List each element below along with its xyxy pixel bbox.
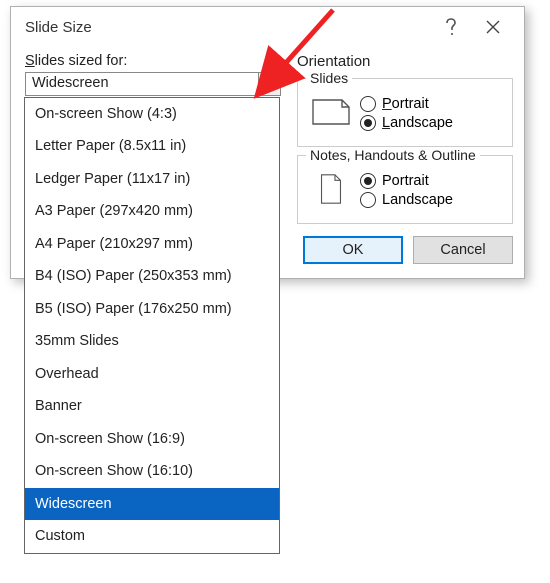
notes-landscape-radio[interactable]: Landscape bbox=[360, 192, 453, 208]
help-button[interactable] bbox=[430, 11, 472, 43]
orientation-slides-group: Slides Portrait Landscape bbox=[297, 78, 513, 147]
dropdown-item[interactable]: B5 (ISO) Paper (176x250 mm) bbox=[25, 293, 279, 325]
slides-portrait-radio[interactable]: Portrait bbox=[360, 96, 453, 112]
landscape-page-icon bbox=[312, 97, 350, 127]
notes-portrait-radio[interactable]: Portrait bbox=[360, 173, 453, 189]
ok-button[interactable]: OK bbox=[303, 236, 403, 264]
dialog-buttons: OK Cancel bbox=[297, 236, 513, 264]
dropdown-item[interactable]: Overhead bbox=[25, 358, 279, 390]
group-notes-label: Notes, Handouts & Outline bbox=[306, 147, 480, 163]
close-icon bbox=[486, 20, 500, 34]
combo-drop-button[interactable] bbox=[258, 73, 280, 95]
question-icon bbox=[444, 17, 458, 37]
slides-landscape-radio[interactable]: Landscape bbox=[360, 115, 453, 131]
slides-sized-for-dropdown[interactable]: On-screen Show (4:3)Letter Paper (8.5x11… bbox=[24, 97, 280, 554]
dropdown-item[interactable]: Letter Paper (8.5x11 in) bbox=[25, 130, 279, 162]
dropdown-item[interactable]: On-screen Show (4:3) bbox=[25, 98, 279, 130]
dialog-title: Slide Size bbox=[25, 19, 430, 36]
radio-icon bbox=[360, 192, 376, 208]
combo-value: Widescreen bbox=[26, 73, 258, 95]
portrait-page-icon bbox=[312, 174, 350, 204]
radio-icon bbox=[360, 96, 376, 112]
cancel-button[interactable]: Cancel bbox=[413, 236, 513, 264]
dropdown-item[interactable]: Banner bbox=[25, 390, 279, 422]
chevron-down-icon bbox=[265, 81, 275, 87]
dropdown-item[interactable]: A4 Paper (210x297 mm) bbox=[25, 228, 279, 260]
dropdown-item[interactable]: On-screen Show (16:10) bbox=[25, 455, 279, 487]
radio-icon bbox=[360, 173, 376, 189]
title-bar: Slide Size bbox=[11, 7, 524, 47]
dropdown-item[interactable]: 35mm Slides bbox=[25, 325, 279, 357]
dropdown-item[interactable]: A3 Paper (297x420 mm) bbox=[25, 195, 279, 227]
dropdown-item[interactable]: On-screen Show (16:9) bbox=[25, 423, 279, 455]
group-slides-label: Slides bbox=[306, 70, 352, 86]
dropdown-item[interactable]: B4 (ISO) Paper (250x353 mm) bbox=[25, 260, 279, 292]
radio-icon bbox=[360, 115, 376, 131]
orientation-label: Orientation bbox=[297, 53, 513, 70]
close-button[interactable] bbox=[472, 11, 514, 43]
dropdown-item[interactable]: Ledger Paper (11x17 in) bbox=[25, 163, 279, 195]
slides-sized-for-label: Slides sized for: bbox=[25, 53, 281, 69]
dropdown-item[interactable]: Custom bbox=[25, 520, 279, 552]
orientation-notes-group: Notes, Handouts & Outline Portrait bbox=[297, 155, 513, 224]
dropdown-item[interactable]: Widescreen bbox=[25, 488, 279, 520]
slides-sized-for-combo[interactable]: Widescreen bbox=[25, 72, 281, 96]
